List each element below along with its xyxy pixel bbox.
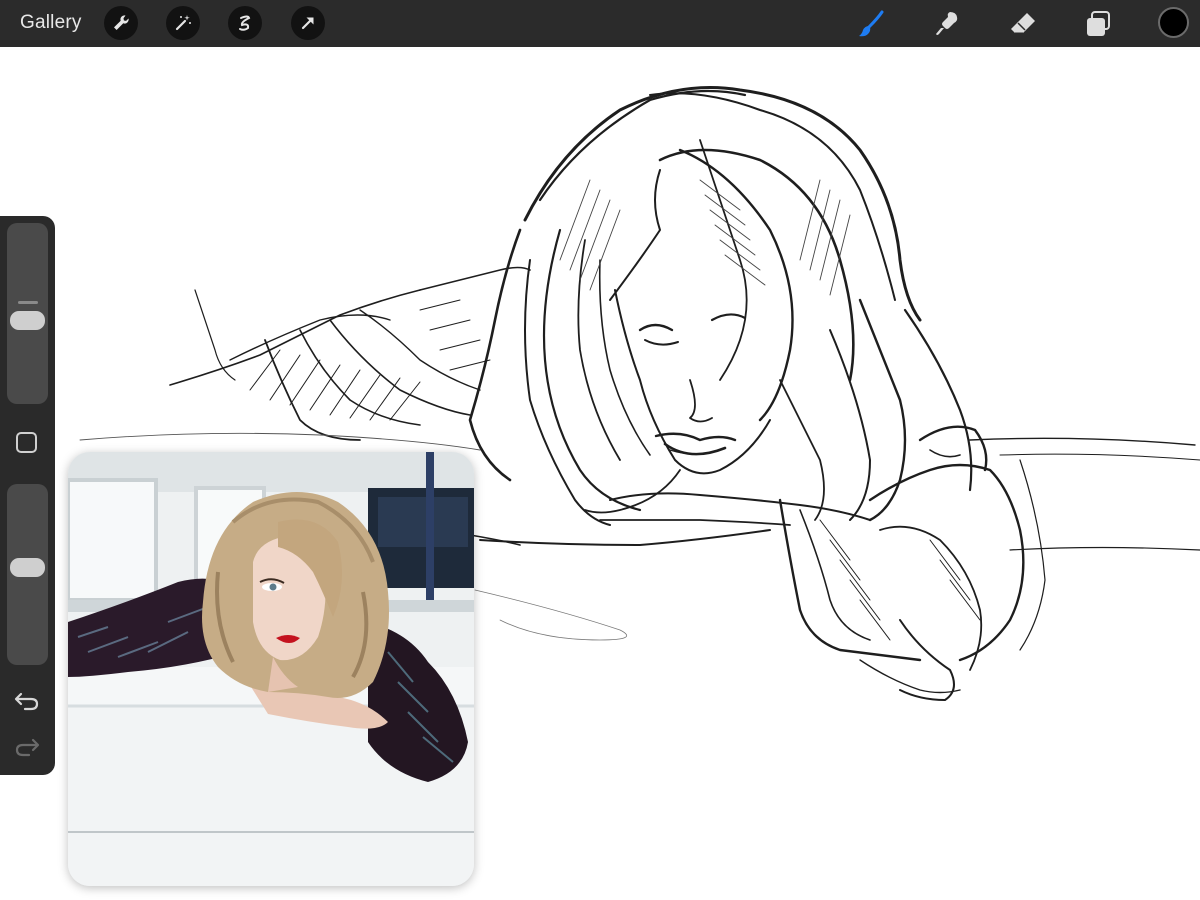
- redo-icon[interactable]: [14, 736, 40, 758]
- color-picker-button[interactable]: [1158, 7, 1189, 38]
- magic-wand-icon: [175, 15, 191, 31]
- smudge-icon: [936, 12, 958, 35]
- brush-icon: [859, 10, 884, 37]
- opacity-slider[interactable]: [7, 484, 48, 665]
- selection-icon: [239, 15, 251, 31]
- procreate-app: Gallery: [0, 0, 1200, 900]
- eraser-icon: [1011, 13, 1035, 34]
- reference-window[interactable]: [68, 452, 474, 886]
- opacity-thumb[interactable]: [10, 558, 45, 577]
- actions-button[interactable]: [104, 6, 138, 40]
- slider-tick: [18, 301, 38, 304]
- layers-icon: [1087, 11, 1110, 36]
- brush-tool-button[interactable]: [853, 6, 889, 42]
- modify-button[interactable]: [16, 432, 37, 453]
- left-sidebar: [0, 216, 55, 775]
- reference-photo: [68, 452, 474, 886]
- brush-size-thumb[interactable]: [10, 311, 45, 330]
- transform-button[interactable]: [291, 6, 325, 40]
- brush-size-slider[interactable]: [7, 223, 48, 404]
- transform-arrow-icon: [301, 17, 314, 30]
- top-toolbar: Gallery: [0, 0, 1200, 47]
- adjustments-button[interactable]: [166, 6, 200, 40]
- eraser-tool-button[interactable]: [1005, 6, 1041, 42]
- gallery-button[interactable]: Gallery: [20, 12, 82, 34]
- selection-button[interactable]: [228, 6, 262, 40]
- smudge-tool-button[interactable]: [929, 6, 965, 42]
- undo-icon[interactable]: [14, 690, 40, 712]
- layers-button[interactable]: [1080, 6, 1116, 42]
- wrench-icon: [114, 15, 129, 30]
